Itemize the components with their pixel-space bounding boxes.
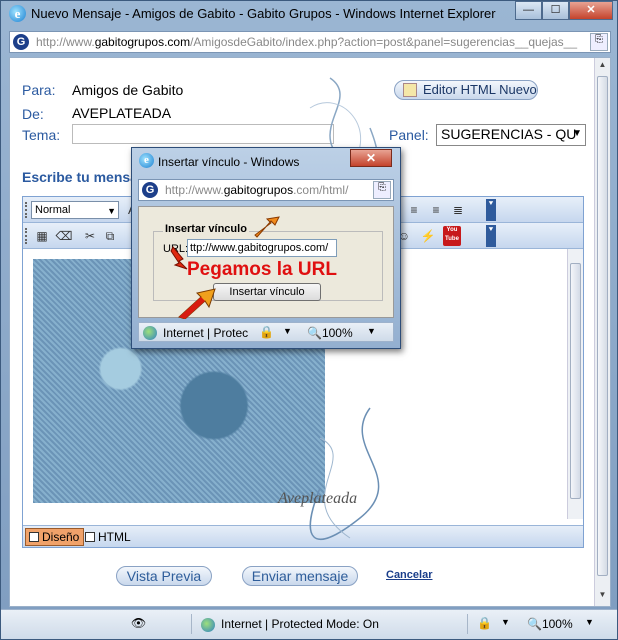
tema-label: Tema: — [22, 127, 61, 143]
popup-security-zone[interactable]: Internet | Protec — [163, 326, 248, 340]
fieldset-legend: Insertar vínculo — [163, 223, 249, 235]
globe-icon — [143, 326, 157, 340]
html-icon — [85, 532, 95, 542]
address-bar[interactable]: G http://www.gabitogrupos.com/AmigosdeGa… — [9, 31, 611, 53]
cancel-link[interactable]: Cancelar — [386, 569, 432, 581]
toolbar-expand-icon[interactable]: ⯆ — [486, 199, 496, 221]
annotation-text: Pegamos la URL — [187, 259, 337, 280]
globe-icon — [201, 618, 215, 632]
compat-view-icon[interactable]: ⎘ — [373, 181, 391, 199]
address-url[interactable]: http://www.gabitogrupos.com/AmigosdeGabi… — [36, 35, 584, 49]
page-scrollbar[interactable]: ▲ ▼ — [594, 58, 610, 606]
chevron-down-icon: ▼ — [572, 128, 582, 139]
minimize-button[interactable]: — — [515, 1, 542, 20]
chevron-down-icon[interactable]: ▼ — [367, 326, 376, 336]
close-button[interactable]: ✕ — [569, 1, 613, 20]
pointer-arrow-icon — [254, 216, 280, 238]
site-favicon-icon: G — [142, 182, 158, 198]
editor-scroll-thumb[interactable] — [570, 263, 581, 499]
editor-scrollbar[interactable] — [567, 249, 583, 519]
popup-title: Insertar vínculo - Windows — [158, 155, 300, 169]
privacy-icon[interactable]: 👁 — [131, 616, 146, 630]
pointer-arrow-icon — [178, 288, 216, 319]
para-label: Para: — [22, 82, 56, 98]
panel-select[interactable]: SUGERENCIAS - QU ▼ — [436, 124, 586, 146]
format-select[interactable]: Normal ▼ — [31, 201, 119, 219]
toolbar-expand-icon[interactable]: ⯆ — [486, 225, 496, 247]
popup-status-bar: Internet | Protec 🔒 ▼ 🔍100% ▼ — [138, 322, 394, 342]
table-icon[interactable]: ▦ — [33, 227, 51, 245]
de-label: De: — [22, 106, 44, 122]
chevron-down-icon[interactable]: ▼ — [283, 326, 292, 336]
youtube-icon[interactable]: You Tube — [443, 226, 461, 246]
para-value: Amigos de Gabito — [72, 82, 184, 98]
status-divider — [467, 614, 468, 634]
editor-icon — [403, 83, 417, 97]
scroll-up-icon[interactable]: ▲ — [595, 60, 610, 74]
preview-button[interactable]: Vista Previa — [116, 566, 212, 586]
security-zone[interactable]: Internet | Protected Mode: On — [221, 617, 379, 631]
ie-logo-icon: e — [139, 153, 154, 168]
eraser-icon[interactable]: ⌫ — [55, 227, 73, 245]
zoom-level[interactable]: 🔍100% — [527, 617, 573, 631]
maximize-button[interactable]: ☐ — [542, 1, 569, 20]
lock-icon[interactable]: 🔒 — [477, 616, 492, 630]
editor-tabs: Diseño HTML — [23, 525, 583, 547]
page-scroll-thumb[interactable] — [597, 76, 608, 576]
chevron-down-icon[interactable]: ▼ — [585, 617, 594, 627]
window-title: Nuevo Mensaje - Amigos de Gabito - Gabit… — [31, 6, 496, 21]
popup-body: Insertar vínculo URL: ttp://www.gabitogr… — [138, 206, 394, 319]
design-icon — [29, 532, 39, 542]
tab-html[interactable]: HTML — [81, 528, 136, 546]
align-center-icon[interactable]: ≡ — [405, 201, 423, 219]
lock-icon[interactable]: 🔒 — [259, 325, 274, 339]
ie-logo-icon: e — [9, 5, 26, 22]
title-bar: e Nuevo Mensaje - Amigos de Gabito - Gab… — [1, 1, 617, 27]
popup-address-bar[interactable]: G http://www.gabitogrupos.com/html/ ⎘ — [138, 179, 394, 201]
tema-input[interactable] — [72, 124, 334, 144]
copy-icon[interactable]: ⧉ — [101, 227, 119, 245]
popup-close-button[interactable]: ✕ — [350, 149, 392, 167]
toolbar-grip — [25, 228, 28, 244]
chevron-down-icon[interactable]: ▼ — [501, 617, 510, 627]
align-right-icon[interactable]: ≡ — [427, 201, 445, 219]
popup-zoom-level[interactable]: 🔍100% — [307, 326, 353, 340]
align-justify-icon[interactable]: ≣ — [449, 201, 467, 219]
status-divider — [191, 614, 192, 634]
tab-design[interactable]: Diseño — [25, 528, 85, 546]
compat-view-icon[interactable]: ⎘ — [590, 33, 608, 51]
status-bar: 👁 Internet | Protected Mode: On 🔒 ▼ 🔍100… — [1, 609, 617, 639]
pointer-arrow-icon — [170, 246, 188, 270]
insert-link-popup: e Insertar vínculo - Windows ✕ G http://… — [131, 147, 401, 349]
toolbar-grip — [25, 202, 28, 218]
insert-link-button[interactable]: Insertar vínculo — [213, 283, 321, 301]
chevron-down-icon: ▼ — [107, 206, 116, 216]
editor-html-button[interactable]: Editor HTML Nuevo — [394, 80, 538, 100]
popup-address-url[interactable]: http://www.gabitogrupos.com/html/ — [165, 183, 365, 197]
send-button[interactable]: Enviar mensaje — [242, 566, 358, 586]
site-favicon-icon: G — [13, 34, 29, 50]
cut-icon[interactable]: ✂ — [81, 227, 99, 245]
url-input[interactable]: ttp://www.gabitogrupos.com/ — [187, 239, 337, 257]
de-value: AVEPLATEADA — [72, 105, 172, 121]
flash-icon[interactable]: ⚡ — [419, 227, 437, 245]
panel-label: Panel: — [389, 127, 429, 143]
scroll-down-icon[interactable]: ▼ — [595, 590, 610, 604]
